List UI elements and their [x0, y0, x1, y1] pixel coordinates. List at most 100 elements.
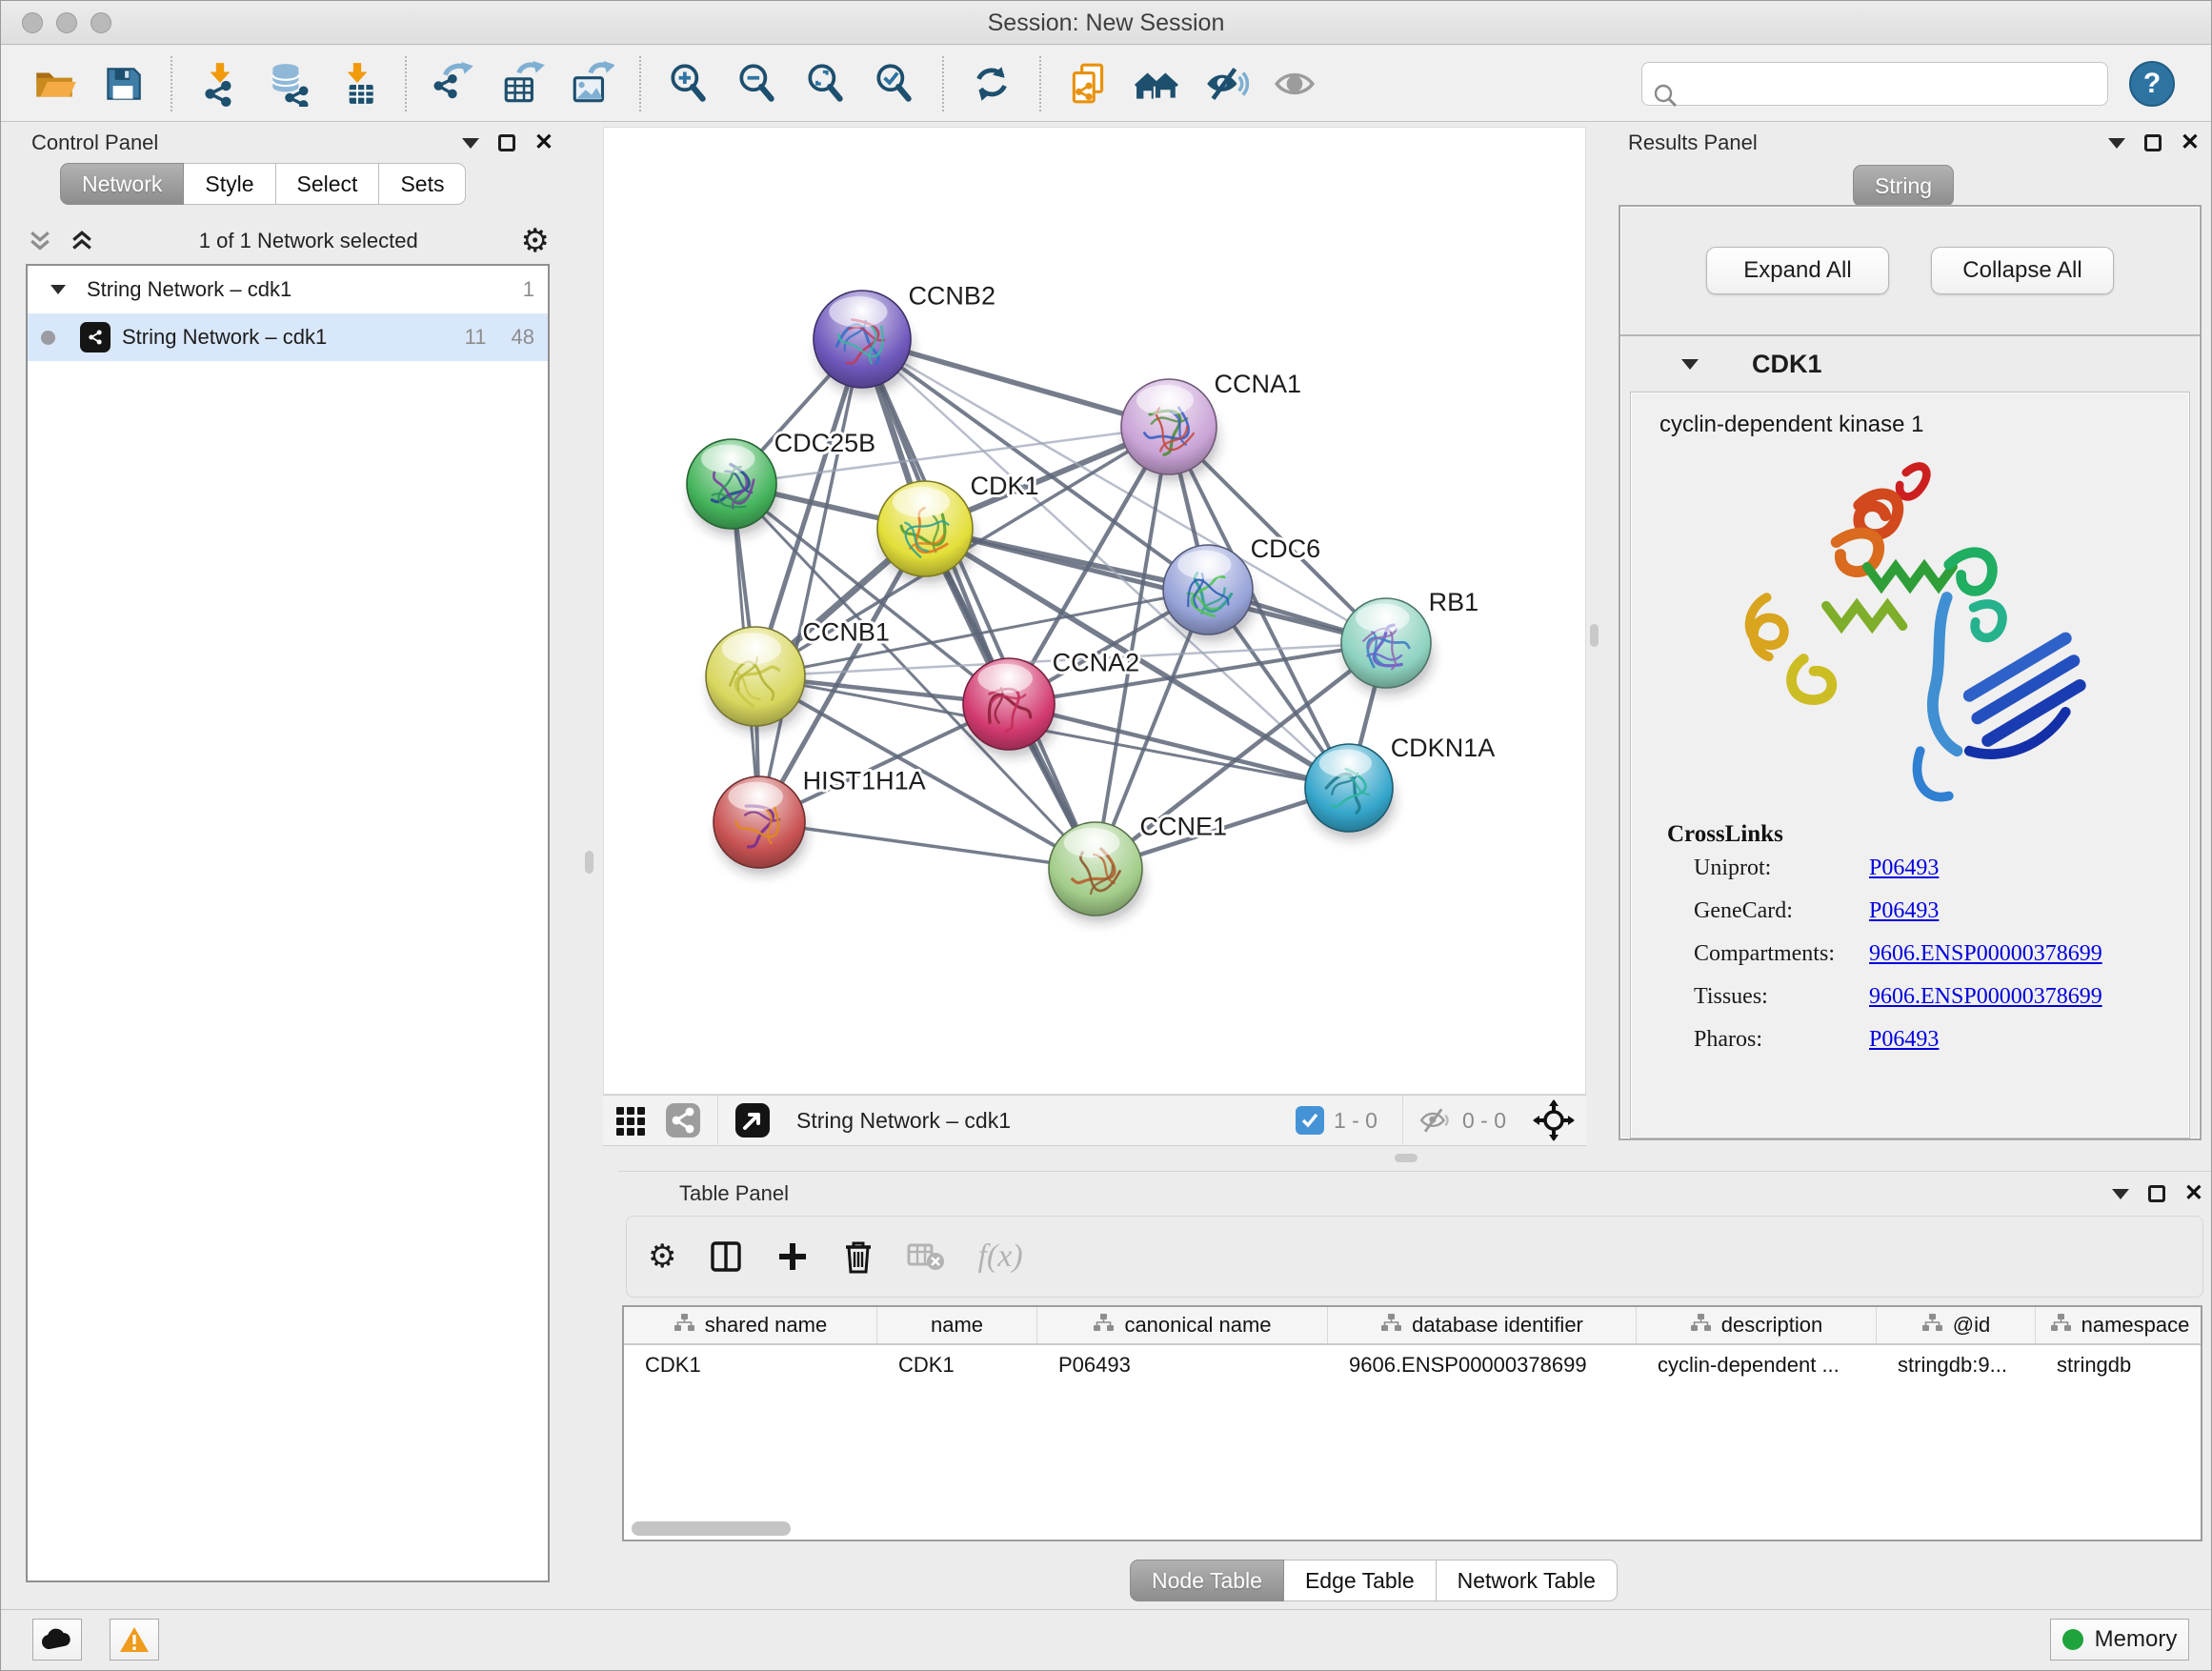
network-edge-HIST1H1A-CCNE1[interactable]	[759, 822, 1096, 869]
network-view-title: String Network – cdk1	[796, 1108, 1011, 1134]
float-panel-icon[interactable]	[498, 134, 515, 151]
export-network-button[interactable]	[428, 57, 481, 111]
network-node-CCNA2[interactable]: CCNA2	[963, 648, 1139, 756]
search-input[interactable]	[1641, 62, 2108, 106]
network-node-RB1[interactable]: RB1	[1341, 588, 1478, 695]
collapse-all-icon[interactable]	[26, 227, 54, 255]
crosslink-link[interactable]: 9606.ENSP00000378699	[1869, 984, 2102, 1010]
help-button[interactable]: ?	[2129, 61, 2175, 107]
export-image-button[interactable]	[565, 57, 618, 111]
network-node-CCNE1[interactable]: CCNE1	[1049, 813, 1227, 922]
network-row[interactable]: String Network – cdk1 11 48	[28, 313, 548, 361]
close-panel-icon[interactable]: ✕	[2181, 131, 2200, 154]
warning-status-button[interactable]	[110, 1619, 159, 1661]
node-table: shared namenamecanonical namedatabase id…	[622, 1305, 2202, 1541]
table-panel-title: Table Panel	[679, 1181, 789, 1206]
tab-network-table[interactable]: Network Table	[1437, 1560, 1618, 1601]
collection-expand-icon[interactable]	[50, 285, 66, 294]
expand-all-button[interactable]: Expand All	[1706, 247, 1889, 294]
network-collection-row[interactable]: String Network – cdk1 1	[28, 266, 548, 313]
network-node-CCNA1[interactable]: CCNA1	[1121, 370, 1301, 481]
column-header-shared-name[interactable]: shared name	[624, 1307, 877, 1343]
show-columns-icon[interactable]	[709, 1239, 743, 1274]
tab-string[interactable]: String	[1853, 165, 1954, 207]
table-options-gear-icon[interactable]: ⚙	[648, 1240, 676, 1273]
grid-view-icon[interactable]	[614, 1103, 649, 1137]
tab-select[interactable]: Select	[276, 163, 380, 205]
tab-network[interactable]: Network	[60, 163, 184, 205]
open-session-button[interactable]	[28, 57, 81, 111]
selected-checkbox-icon[interactable]	[1296, 1106, 1324, 1135]
zoom-out-button[interactable]	[731, 57, 784, 111]
network-node-CDC6[interactable]: CDC6	[1163, 534, 1320, 641]
save-session-button[interactable]	[96, 57, 150, 111]
fit-content-button[interactable]	[799, 57, 853, 111]
panel-menu-icon[interactable]	[462, 138, 479, 149]
memory-button[interactable]: Memory	[2050, 1619, 2189, 1661]
panel-menu-icon[interactable]	[2112, 1189, 2129, 1199]
crosslink-link[interactable]: P06493	[1869, 898, 1939, 924]
hidden-eye-slash-icon	[1418, 1105, 1453, 1136]
network-node-CDK1[interactable]: CDK1	[877, 472, 1039, 583]
network-node-CDKN1A[interactable]: CDKN1A	[1305, 734, 1495, 839]
crosslink-link[interactable]: P06493	[1869, 856, 1939, 881]
zoom-selected-button[interactable]	[868, 57, 921, 111]
collapse-node-result-icon[interactable]	[1681, 359, 1699, 370]
network-edge-CCNB2-HIST1H1A[interactable]	[759, 339, 862, 822]
crosslink-row: GeneCard:P06493	[1667, 898, 2189, 941]
network-graph: CCNB2CCNA1CDC25BCDK1CDC6RB1CCNB1CCNA2CDK…	[604, 128, 1585, 1094]
delete-column-icon[interactable]	[842, 1239, 875, 1274]
close-panel-icon[interactable]: ✕	[534, 131, 553, 154]
collapse-all-button[interactable]: Collapse All	[1931, 247, 2114, 294]
detach-view-icon[interactable]	[734, 1101, 772, 1139]
column-header--id[interactable]: @id	[1877, 1307, 2036, 1343]
column-header-description[interactable]: description	[1637, 1307, 1877, 1343]
network-view-icon[interactable]	[664, 1101, 702, 1139]
table-header-row: shared namenamecanonical namedatabase id…	[624, 1307, 2201, 1345]
expand-all-icon[interactable]	[68, 227, 96, 255]
column-header-name[interactable]: name	[877, 1307, 1037, 1343]
tab-sets[interactable]: Sets	[379, 163, 466, 205]
import-network-file-button[interactable]	[193, 57, 247, 111]
column-header-canonical-name[interactable]: canonical name	[1037, 1307, 1328, 1343]
column-header-namespace[interactable]: namespace	[2036, 1307, 2202, 1343]
separator	[1402, 1095, 1403, 1146]
node-result-header[interactable]: CDK1	[1620, 336, 2200, 392]
close-panel-icon[interactable]: ✕	[2184, 1182, 2203, 1205]
crosslink-label: Compartments:	[1667, 941, 1869, 967]
apply-layout-button[interactable]	[965, 57, 1018, 111]
import-table-file-button[interactable]	[331, 57, 384, 111]
network-canvas[interactable]: CCNB2CCNA1CDC25BCDK1CDC6RB1CCNB1CCNA2CDK…	[603, 127, 1586, 1095]
import-network-database-button[interactable]	[262, 57, 315, 111]
network-options-gear-icon[interactable]: ⚙	[521, 225, 550, 257]
crosslink-link[interactable]: P06493	[1869, 1027, 1939, 1053]
table-panel: Table Panel ✕ ⚙	[618, 1171, 2212, 1598]
network-node-CDC25B[interactable]: CDC25B	[687, 429, 875, 535]
protein-structure-image	[1631, 444, 2189, 817]
right-splitter-handle[interactable]	[1590, 624, 1599, 647]
bottom-splitter-handle[interactable]	[1395, 1154, 1418, 1162]
new-network-from-selection-button[interactable]	[1062, 57, 1116, 111]
node-label-HIST1H1A: HIST1H1A	[803, 766, 926, 795]
crosslink-link[interactable]: 9606.ENSP00000378699	[1869, 941, 2102, 967]
tab-edge-table[interactable]: Edge Table	[1284, 1560, 1437, 1601]
cloud-status-button[interactable]	[32, 1619, 82, 1661]
hide-selection-button[interactable]	[1199, 57, 1253, 111]
table-row[interactable]: CDK1CDK1P064939606.ENSP00000378699cyclin…	[624, 1345, 2201, 1385]
float-panel-icon[interactable]	[2144, 134, 2162, 151]
first-neighbors-button[interactable]	[1131, 57, 1184, 111]
panel-menu-icon[interactable]	[2108, 138, 2125, 149]
table-toolbar: ⚙ f(x)	[626, 1216, 2203, 1298]
left-splitter-handle[interactable]	[585, 851, 593, 874]
horizontal-scrollbar-thumb[interactable]	[632, 1521, 791, 1536]
zoom-in-button[interactable]	[662, 57, 715, 111]
tab-node-table[interactable]: Node Table	[1130, 1560, 1284, 1601]
tab-style[interactable]: Style	[184, 163, 275, 205]
export-table-button[interactable]	[496, 57, 550, 111]
column-header-database-identifier[interactable]: database identifier	[1328, 1307, 1637, 1343]
show-all-button[interactable]	[1268, 57, 1321, 111]
float-panel-icon[interactable]	[2148, 1185, 2165, 1202]
birds-eye-view-icon[interactable]	[1533, 1099, 1575, 1141]
network-node-HIST1H1A[interactable]: HIST1H1A	[714, 766, 926, 875]
add-column-icon[interactable]	[775, 1239, 810, 1274]
